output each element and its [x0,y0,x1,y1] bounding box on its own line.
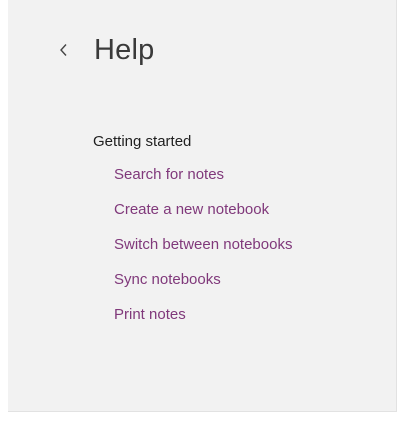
help-header: Help [8,28,396,72]
topic-link-print-notes[interactable]: Print notes [114,306,186,323]
chevron-left-icon [59,43,68,57]
page-title: Help [94,34,155,66]
topic-link-create-a-new-notebook[interactable]: Create a new notebook [114,201,269,218]
list-item: Search for notes [114,165,292,200]
back-button[interactable] [52,34,74,66]
section-heading: Getting started [93,133,192,150]
getting-started-section: Getting started Search for notes Create … [93,132,292,340]
list-item: Print notes [114,305,292,340]
topic-link-sync-notebooks[interactable]: Sync notebooks [114,271,221,288]
list-item: Sync notebooks [114,270,292,305]
list-item: Switch between notebooks [114,235,292,270]
topic-list: Search for notes Create a new notebook S… [93,165,292,340]
help-panel: Help Getting started Search for notes Cr… [8,0,397,412]
list-item: Create a new notebook [114,200,292,235]
topic-link-search-for-notes[interactable]: Search for notes [114,166,224,183]
topic-link-switch-between-notebooks[interactable]: Switch between notebooks [114,236,292,253]
